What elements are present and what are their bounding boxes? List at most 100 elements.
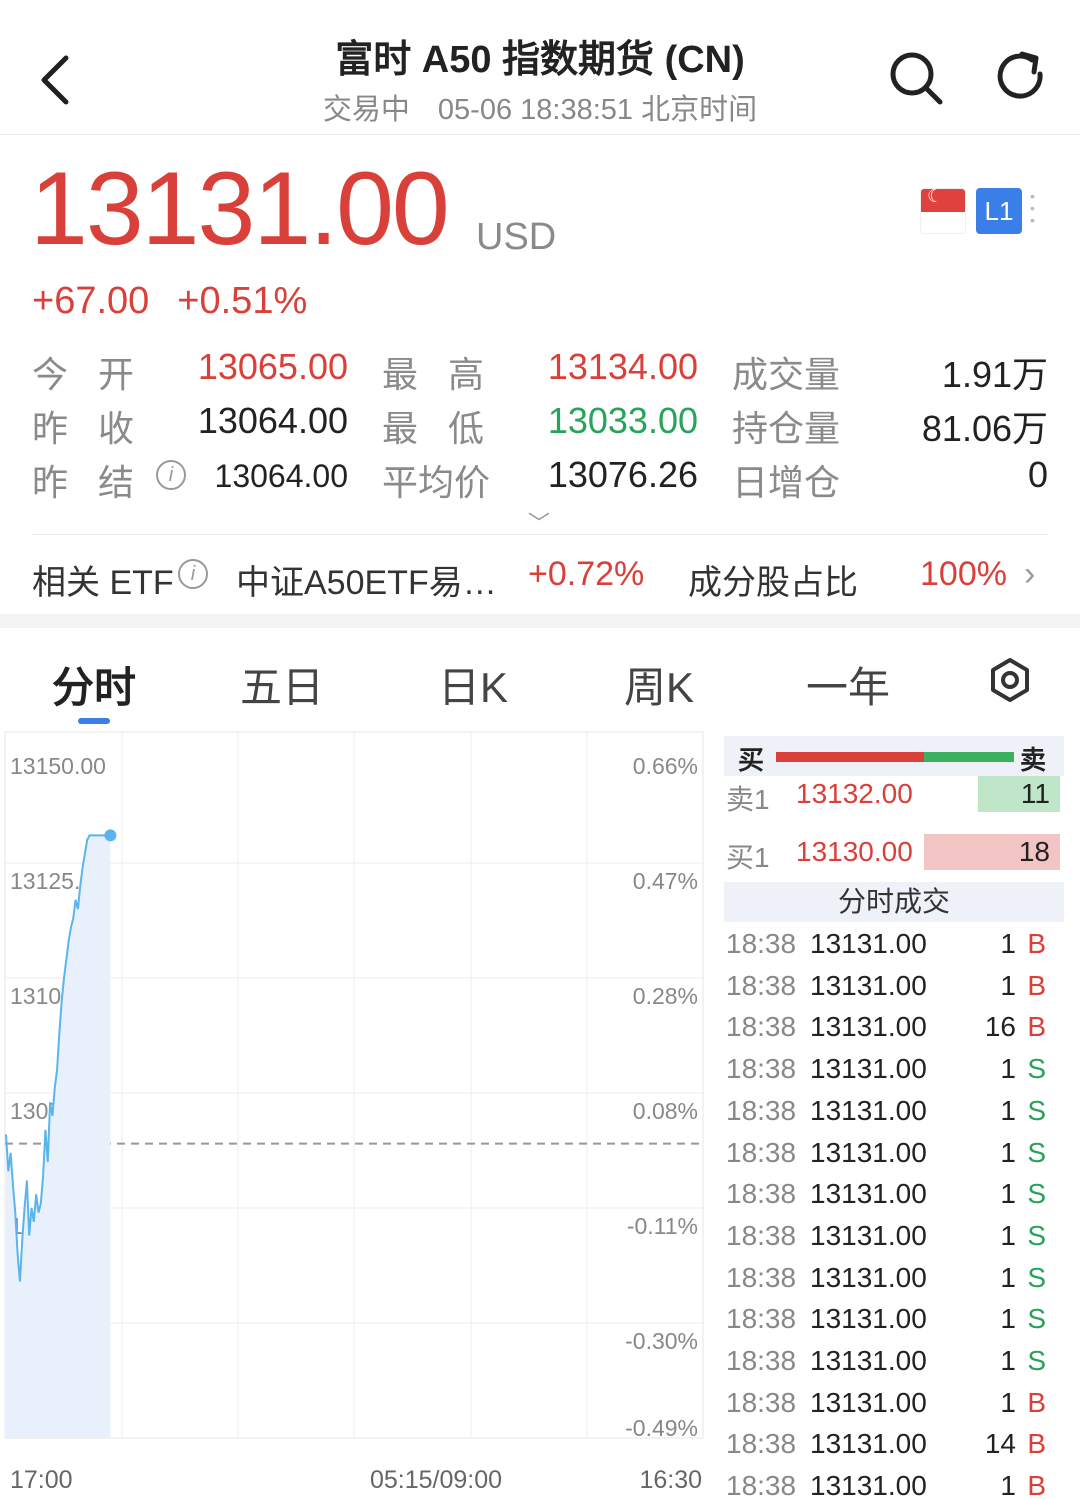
currency-label: USD xyxy=(476,216,557,258)
sell-ratio-fill xyxy=(924,752,1014,762)
open-value: 13065.00 xyxy=(197,346,348,387)
trading-status: 交易中 xyxy=(322,94,410,126)
tick-time: 18:38 xyxy=(726,1428,797,1460)
open-interest-value: 81.06万 xyxy=(921,408,1048,449)
tick-side: S xyxy=(1027,1345,1046,1376)
tick-row: 18:38 13131.00 1 B xyxy=(724,928,1064,968)
tick-side: B xyxy=(1027,1428,1046,1460)
tick-side: S xyxy=(1027,1053,1046,1085)
tick-time: 18:38 xyxy=(726,1011,797,1043)
open-interest-label: 持仓量 xyxy=(732,408,841,449)
tab-five-day[interactable]: 五日 xyxy=(240,654,324,715)
y-axis-label-right: 0.47% xyxy=(633,868,698,894)
level-badge: L1 xyxy=(976,188,1022,234)
bid-label: 买1 xyxy=(726,842,770,873)
x-axis-label: 17:00 xyxy=(10,1466,73,1494)
y-axis-label-right: -0.49% xyxy=(625,1415,698,1441)
high-label: 最高 xyxy=(382,354,515,395)
chart-tabs: 分时 五日 日K 周K 一年 xyxy=(0,628,1080,728)
tick-row: 18:38 13131.00 1 B xyxy=(724,1387,1064,1427)
prev-close-value: 13064.00 xyxy=(197,400,348,441)
high-value: 13134.00 xyxy=(547,346,698,387)
tick-side: S xyxy=(1027,1178,1046,1210)
x-axis-label: 05:15/09:00 xyxy=(370,1466,502,1494)
open-label: 今开 xyxy=(32,354,165,395)
stats-row: 今开 13065.00 最高 13134.00 成交量 1.91万 xyxy=(32,346,1048,398)
oi-change-label: 日增仓 xyxy=(732,462,841,503)
y-axis-label-left: 13150.00 xyxy=(10,753,106,779)
avg-price-label: 平均价 xyxy=(382,462,491,503)
settings-gear-icon[interactable] xyxy=(986,656,1034,704)
component-label: 成分股占比 xyxy=(688,564,858,602)
tick-side: S xyxy=(1027,1094,1046,1126)
more-dots-icon[interactable]: • • • xyxy=(1030,189,1038,230)
top-bar: 富时 A50 指数期货 (CN) 交易中 05-06 18:38:51 北京时间 xyxy=(0,0,1080,135)
tick-row: 18:38 13131.00 1 S xyxy=(724,1345,1064,1385)
oi-change-value: 0 xyxy=(1027,454,1048,495)
refresh-icon[interactable] xyxy=(992,48,1052,108)
tick-qty: 1 xyxy=(1000,969,1016,1001)
last-price: 13131.00 xyxy=(30,151,450,267)
tick-time: 18:38 xyxy=(726,1178,797,1210)
tick-side: B xyxy=(1027,1011,1046,1043)
tick-time: 18:38 xyxy=(726,1386,797,1418)
tick-price: 13131.00 xyxy=(810,1219,927,1251)
tick-time: 18:38 xyxy=(726,1470,797,1499)
bid-qty: 18 xyxy=(924,834,1060,870)
tick-row: 18:38 13131.00 1 S xyxy=(724,1220,1064,1260)
tab-intraday[interactable]: 分时 xyxy=(52,654,136,715)
tick-time: 18:38 xyxy=(726,1136,797,1168)
related-etf-row[interactable]: 相关 ETF i 中证A50ETF易… +0.72% 成分股占比 100% › xyxy=(32,534,1048,614)
y-axis-label-right: -0.11% xyxy=(627,1213,698,1239)
tick-time: 18:38 xyxy=(726,1053,797,1085)
etf-label: 相关 ETF xyxy=(32,564,174,602)
tick-row: 18:38 13131.00 1 S xyxy=(724,1137,1064,1177)
tick-row: 18:38 13131.00 1 S xyxy=(724,1178,1064,1218)
prev-settle-value: 13064.00 xyxy=(214,458,348,494)
tick-side: S xyxy=(1027,1219,1046,1251)
tick-price: 13131.00 xyxy=(810,928,927,959)
tick-qty: 16 xyxy=(984,1011,1016,1043)
tick-qty: 1 xyxy=(1000,1345,1016,1376)
tab-weekly-k[interactable]: 周K xyxy=(624,654,694,715)
tick-side: S xyxy=(1027,1136,1046,1168)
tick-side: B xyxy=(1027,1470,1046,1499)
info-icon[interactable]: i xyxy=(156,460,186,490)
tick-price: 13131.00 xyxy=(810,1303,927,1335)
singapore-flag-icon xyxy=(920,188,966,234)
price-change-percent: +0.51% xyxy=(177,280,308,322)
tick-qty: 1 xyxy=(1000,1386,1016,1418)
stats-row: 昨收 13064.00 最低 13033.00 持仓量 81.06万 xyxy=(32,400,1048,452)
chevron-right-icon[interactable]: › xyxy=(1024,555,1035,594)
tick-qty: 1 xyxy=(1000,1094,1016,1126)
tick-qty: 1 xyxy=(1000,928,1016,959)
sell-label: 卖 xyxy=(1019,745,1046,775)
bid-1-row: 买1 13130.00 18 xyxy=(724,834,1064,873)
tick-side: S xyxy=(1027,1303,1046,1335)
section-divider xyxy=(0,614,1080,628)
tick-qty: 1 xyxy=(1000,1178,1016,1210)
tick-price: 13131.00 xyxy=(810,1470,927,1499)
tick-time: 18:38 xyxy=(726,1219,797,1251)
tick-time: 18:38 xyxy=(726,1303,797,1335)
market-badges[interactable]: L1 ••• xyxy=(912,184,1048,238)
ask-1-row: 卖1 13132.00 11 xyxy=(724,776,1064,815)
tick-price: 13131.00 xyxy=(810,1261,927,1293)
tick-price: 13131.00 xyxy=(810,1011,927,1043)
tick-time: 18:38 xyxy=(726,969,797,1001)
tick-qty: 1 xyxy=(1000,1219,1016,1251)
intraday-chart[interactable]: 13150.000.66%13125.000.47%13100.000.28%1… xyxy=(4,730,706,1499)
tick-price: 13131.00 xyxy=(810,1053,927,1085)
etf-info-icon[interactable]: i xyxy=(178,559,208,589)
tab-daily-k[interactable]: 日K xyxy=(438,654,508,715)
tab-one-year[interactable]: 一年 xyxy=(806,654,890,715)
search-icon[interactable] xyxy=(886,48,946,108)
tick-price: 13131.00 xyxy=(810,1094,927,1126)
time-and-sales-title: 分时成交 xyxy=(724,882,1064,922)
tick-qty: 1 xyxy=(1000,1470,1016,1499)
tick-side: S xyxy=(1027,1261,1046,1293)
tick-row: 18:38 13131.00 1 S xyxy=(724,1262,1064,1302)
etf-name[interactable]: 中证A50ETF易… xyxy=(236,555,497,604)
bid-price: 13130.00 xyxy=(796,836,913,867)
tick-price: 13131.00 xyxy=(810,1136,927,1168)
